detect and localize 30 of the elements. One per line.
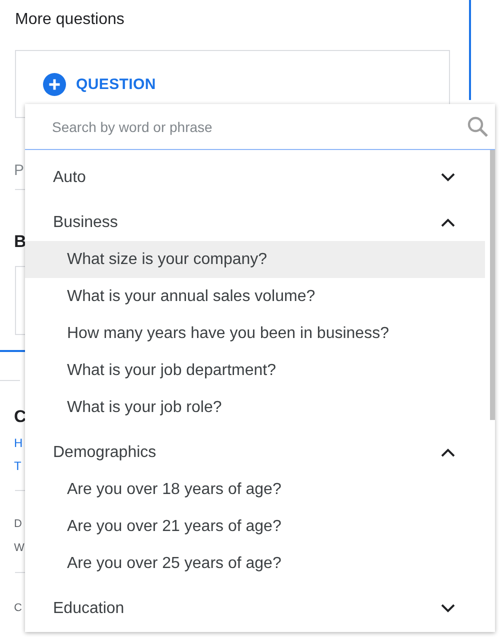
question-item[interactable]: What is your job department? xyxy=(25,352,485,389)
category-item[interactable]: Demographics xyxy=(25,434,485,471)
question-item[interactable]: Are you over 18 years of age? xyxy=(25,471,485,508)
add-icon xyxy=(43,73,66,96)
question-item[interactable]: What size is your company? xyxy=(25,241,485,278)
section-heading: B xyxy=(14,232,26,252)
search-icon[interactable] xyxy=(466,114,490,138)
chevron-down-icon xyxy=(441,604,455,613)
search-field[interactable]: Search by word or phrase xyxy=(52,114,466,138)
caption-text: D xyxy=(14,518,22,530)
question-item[interactable]: What is your annual sales volume? xyxy=(25,278,485,315)
chevron-up-icon xyxy=(441,218,455,227)
question-item[interactable]: What is your job role? xyxy=(25,389,485,426)
field-label: P xyxy=(14,162,24,179)
caption-text: C xyxy=(14,602,22,614)
category-item[interactable]: Education xyxy=(25,590,485,627)
section-title: More questions xyxy=(15,10,126,30)
field-value: W xyxy=(14,542,24,554)
link-text: T xyxy=(14,459,22,473)
add-question-button[interactable]: QUESTION xyxy=(43,73,156,96)
link-text: H xyxy=(14,436,23,450)
chevron-down-icon xyxy=(441,173,455,182)
chevron-up-icon xyxy=(441,448,455,457)
question-item[interactable]: How many years have you been in business? xyxy=(25,315,485,352)
question-item[interactable]: Are you over 21 years of age? xyxy=(25,508,485,545)
category-item[interactable]: Auto xyxy=(25,159,485,196)
section-heading: C xyxy=(14,407,26,427)
scrollbar[interactable] xyxy=(490,150,495,420)
category-item[interactable]: Business xyxy=(25,204,485,241)
question-item[interactable]: Are you over 25 years of age? xyxy=(25,545,485,582)
